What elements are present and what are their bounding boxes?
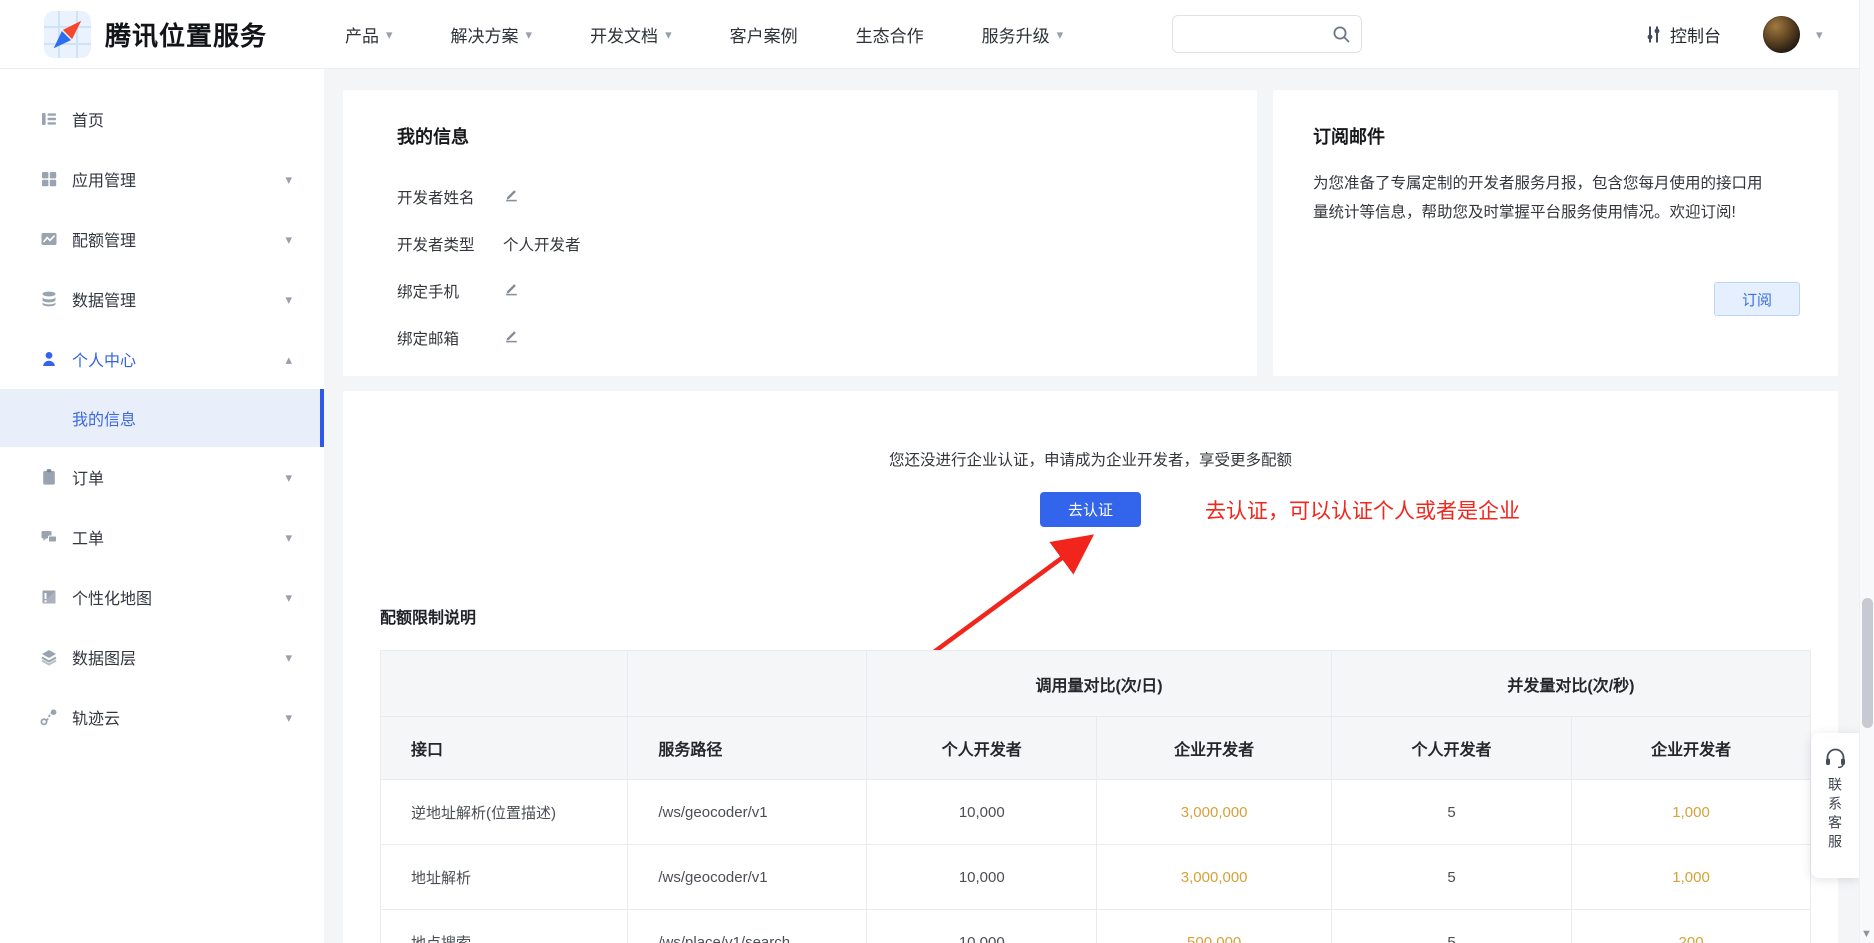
sidebar-item-custom-map[interactable]: 个性化地图 ▾ xyxy=(0,567,324,627)
brand-name: 腾讯位置服务 xyxy=(105,16,267,53)
profile-row-email: 绑定邮箱 xyxy=(397,314,1203,361)
profile-row-name: 开发者姓名 xyxy=(397,173,1203,220)
sidebar-item-quota[interactable]: 配额管理 ▾ xyxy=(0,209,324,269)
edit-pencil-icon[interactable] xyxy=(503,280,520,302)
nav-item-ecosystem[interactable]: 生态合作 xyxy=(856,22,924,47)
chevron-up-icon: ▴ xyxy=(285,353,292,366)
edit-pencil-icon[interactable] xyxy=(503,186,520,208)
nav-item-cases[interactable]: 客户案例 xyxy=(730,22,798,47)
chart-image-icon xyxy=(40,230,58,248)
sidebar-item-data[interactable]: 数据管理 ▾ xyxy=(0,269,324,329)
user-avatar[interactable] xyxy=(1763,16,1800,53)
search-icon xyxy=(1332,25,1351,44)
grid-icon xyxy=(40,170,58,188)
clipboard-icon xyxy=(40,468,58,486)
contact-support-label: 联系客服 xyxy=(1825,777,1845,853)
profile-row-phone: 绑定手机 xyxy=(397,267,1203,314)
sidebar-item-apps[interactable]: 应用管理 ▾ xyxy=(0,149,324,209)
brand[interactable]: 腾讯位置服务 xyxy=(44,11,267,58)
sidebar-item-personal-center[interactable]: 个人中心 ▴ xyxy=(0,329,324,389)
page: 腾讯位置服务 产品▾ 解决方案▾ 开发文档▾ 客户案例 生态合作 服务升级▾ 控… xyxy=(0,0,1874,943)
sliders-icon xyxy=(1645,25,1662,44)
chevron-down-icon: ▾ xyxy=(285,471,292,484)
table-row: 地址解析 /ws/geocoder/v1 10,000 3,000,000 5 … xyxy=(381,845,1811,910)
nav-item-docs[interactable]: 开发文档▾ xyxy=(590,22,672,47)
chevron-down-icon: ▾ xyxy=(285,651,292,664)
sidebar-subitem-my-info[interactable]: 我的信息 xyxy=(0,389,324,447)
contact-support-widget[interactable]: 联系客服 xyxy=(1811,733,1859,878)
chevron-down-icon: ▾ xyxy=(285,293,292,306)
scrollbar-thumb[interactable] xyxy=(1862,598,1873,728)
developer-type-value: 个人开发者 xyxy=(503,233,581,255)
profile-card: 我的信息 开发者姓名 开发者类型 个人开发者 绑定手机 绑定邮箱 xyxy=(343,90,1257,376)
profile-card-title: 我的信息 xyxy=(397,123,1203,149)
certification-prompt: 您还没进行企业认证，申请成为企业开发者，享受更多配额 xyxy=(343,391,1838,470)
main-content: 我的信息 开发者姓名 开发者类型 个人开发者 绑定手机 绑定邮箱 xyxy=(324,69,1874,943)
console-link[interactable]: 控制台 xyxy=(1645,0,1721,69)
quota-section-title: 配额限制说明 xyxy=(380,604,1811,628)
route-icon xyxy=(40,708,58,726)
top-navbar: 腾讯位置服务 产品▾ 解决方案▾ 开发文档▾ 客户案例 生态合作 服务升级▾ 控… xyxy=(0,0,1874,69)
sidebar-item-orders[interactable]: 订单 ▾ xyxy=(0,447,324,507)
certification-card: 您还没进行企业认证，申请成为企业开发者，享受更多配额 去认证 去认证，可以认证个… xyxy=(343,391,1838,943)
group-header-concurrency: 并发量对比(次/秒) xyxy=(1331,651,1810,717)
console-label: 控制台 xyxy=(1670,22,1721,47)
sidebar-item-home[interactable]: 首页 xyxy=(0,89,324,149)
subscribe-card-title: 订阅邮件 xyxy=(1313,123,1798,149)
chevron-down-icon: ▾ xyxy=(285,711,292,724)
chevron-down-icon: ▾ xyxy=(285,531,292,544)
profile-row-type: 开发者类型 个人开发者 xyxy=(397,220,1203,267)
scroll-down-arrow-icon[interactable]: ▼ xyxy=(1861,928,1872,940)
go-certify-button[interactable]: 去认证 xyxy=(1040,492,1141,527)
quota-table: 调用量对比(次/日) 并发量对比(次/秒) 接口 服务路径 个人开发者 企业开发… xyxy=(380,650,1811,943)
edit-pencil-icon[interactable] xyxy=(503,327,520,349)
table-group-header-row: 调用量对比(次/日) 并发量对比(次/秒) xyxy=(381,651,1811,717)
table-header-row: 接口 服务路径 个人开发者 企业开发者 个人开发者 企业开发者 xyxy=(381,717,1811,780)
sidebar-item-track-cloud[interactable]: 轨迹云 ▾ xyxy=(0,687,324,747)
compass-logo-icon xyxy=(44,11,91,58)
search-input[interactable] xyxy=(1172,15,1362,53)
sidebar: 首页 应用管理 ▾ 配额管理 ▾ 数据管理 ▾ 个人中心 ▴ 我的信息 订单 xyxy=(0,69,324,943)
chevron-down-icon: ▾ xyxy=(665,28,672,41)
chevron-down-icon: ▾ xyxy=(1057,28,1064,41)
nav-item-upgrade[interactable]: 服务升级▾ xyxy=(982,22,1064,47)
nav-item-solutions[interactable]: 解决方案▾ xyxy=(451,22,533,47)
database-icon xyxy=(40,290,58,308)
headset-icon xyxy=(1824,747,1847,769)
chevron-down-icon: ▾ xyxy=(285,233,292,246)
page-scrollbar[interactable]: ▼ xyxy=(1859,0,1874,943)
subscribe-button[interactable]: 订阅 xyxy=(1714,282,1800,316)
chat-bubbles-icon xyxy=(40,528,58,546)
table-row: 地点搜索 /ws/place/v1/search 10,000 500,000 … xyxy=(381,910,1811,943)
subscribe-card: 订阅邮件 为您准备了专属定制的开发者服务月报，包含您每月使用的接口用量统计等信息… xyxy=(1273,90,1838,376)
layers-icon xyxy=(40,648,58,666)
group-header-daily-calls: 调用量对比(次/日) xyxy=(867,651,1332,717)
subscribe-card-body: 为您准备了专属定制的开发者服务月报，包含您每月使用的接口用量统计等信息，帮助您及… xyxy=(1313,169,1765,227)
chevron-down-icon: ▾ xyxy=(285,591,292,604)
person-icon xyxy=(40,350,58,368)
map-icon xyxy=(40,588,58,606)
active-indicator-bar xyxy=(320,389,324,447)
chevron-down-icon: ▾ xyxy=(386,28,393,41)
red-annotation-text: 去认证，可以认证个人或者是企业 xyxy=(1205,495,1520,525)
table-row: 逆地址解析(位置描述) /ws/geocoder/v1 10,000 3,000… xyxy=(381,780,1811,845)
chevron-down-icon: ▾ xyxy=(526,28,533,41)
chevron-down-icon[interactable]: ▾ xyxy=(1816,28,1823,41)
sidebar-item-layers[interactable]: 数据图层 ▾ xyxy=(0,627,324,687)
chevron-down-icon: ▾ xyxy=(285,173,292,186)
sidebar-item-tickets[interactable]: 工单 ▾ xyxy=(0,507,324,567)
main-nav: 产品▾ 解决方案▾ 开发文档▾ 客户案例 生态合作 服务升级▾ xyxy=(345,0,1063,69)
quota-section: 配额限制说明 调用量对比(次/日) 并发量对比(次/秒) 接口 xyxy=(380,604,1811,943)
home-list-icon xyxy=(40,110,58,128)
nav-item-products[interactable]: 产品▾ xyxy=(345,22,393,47)
